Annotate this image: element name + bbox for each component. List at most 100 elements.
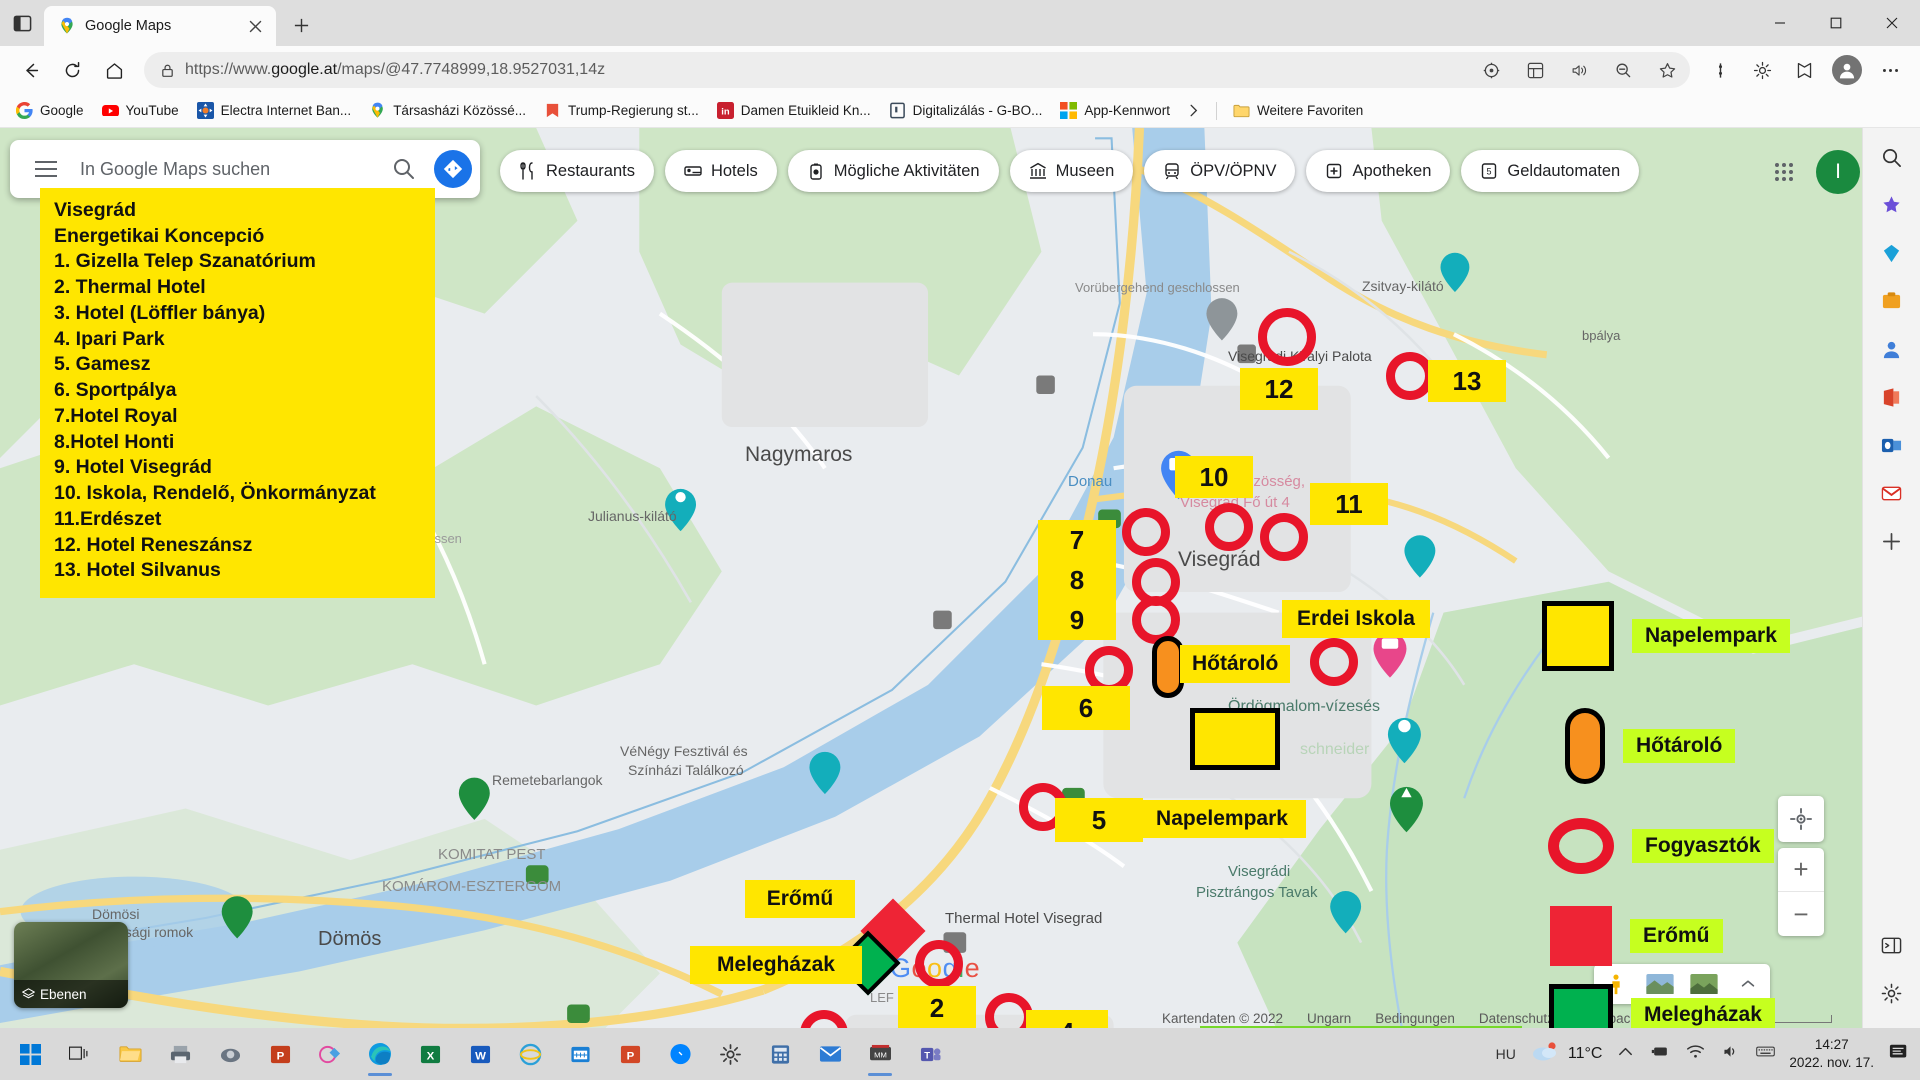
minimize-button[interactable] xyxy=(1752,0,1808,46)
tab-actions-button[interactable] xyxy=(0,3,44,43)
calendar-button[interactable] xyxy=(556,1030,604,1078)
concept-legend-panel: Visegrád Energetikai Koncepció 1. Gizell… xyxy=(40,188,435,599)
legend-item: 7.Hotel Royal xyxy=(54,404,178,427)
map-privacy-link[interactable]: Datenschutz xyxy=(1479,1011,1554,1026)
start-button[interactable] xyxy=(6,1030,54,1078)
home-button[interactable] xyxy=(94,51,134,89)
map-key-label: Fogyasztók xyxy=(1632,829,1774,863)
sidebar-office-icon[interactable] xyxy=(1875,380,1909,414)
zoom-in-button[interactable]: + xyxy=(1778,848,1824,892)
word-button[interactable]: W xyxy=(456,1030,504,1078)
sidebar-search-icon[interactable] xyxy=(1875,140,1909,174)
sidebar-outlook-icon[interactable] xyxy=(1875,428,1909,462)
chevron-right-icon[interactable] xyxy=(1180,98,1208,124)
calculator-button[interactable] xyxy=(756,1030,804,1078)
zoom-out-button[interactable]: − xyxy=(1778,892,1824,936)
show-hidden-icons[interactable] xyxy=(1616,1042,1635,1066)
maximize-button[interactable] xyxy=(1808,0,1864,46)
keyboard-icon[interactable] xyxy=(1756,1042,1776,1066)
site-number-tag: 13 xyxy=(1428,360,1506,402)
chip-geldautomaten[interactable]: 5 Geldautomaten xyxy=(1461,150,1640,192)
sidebar-add-icon[interactable] xyxy=(1875,524,1909,558)
read-aloud-icon[interactable] xyxy=(1562,55,1596,85)
search-icon[interactable] xyxy=(382,147,426,191)
sidebar-shopping-icon[interactable] xyxy=(1875,236,1909,270)
clock-widget[interactable]: 14:27 2022. nov. 17. xyxy=(1789,1036,1874,1072)
hamburger-menu-icon[interactable] xyxy=(26,149,66,189)
media-button[interactable]: MM xyxy=(856,1030,904,1078)
file-explorer-button[interactable] xyxy=(106,1030,154,1078)
location-icon[interactable] xyxy=(1474,55,1508,85)
legend-item-list: 1. Gizella Telep Szanatórium 2. Thermal H… xyxy=(54,249,421,584)
clock-time: 14:27 xyxy=(1814,1036,1849,1052)
back-button[interactable] xyxy=(10,51,50,89)
weather-widget[interactable]: 11°C xyxy=(1530,1041,1602,1068)
notifications-icon[interactable] xyxy=(1888,1042,1910,1067)
bookmark-google[interactable]: Google xyxy=(8,98,92,124)
document-icon xyxy=(889,102,906,119)
chip-museen[interactable]: Museen xyxy=(1009,150,1134,192)
my-location-button[interactable] xyxy=(1778,796,1824,842)
browser-essentials-icon[interactable] xyxy=(1742,51,1782,89)
profile-avatar[interactable] xyxy=(1832,55,1862,85)
sidebar-settings-icon[interactable] xyxy=(1875,976,1909,1010)
teams-button[interactable]: T xyxy=(906,1030,954,1078)
chip-pv-pnv[interactable]: ÖPV/ÖPNV xyxy=(1144,150,1296,192)
other-favorites-folder[interactable]: Weitere Favoriten xyxy=(1225,98,1371,124)
powerpoint-2-button[interactable]: P xyxy=(606,1030,654,1078)
map-terms-link[interactable]: Bedingungen xyxy=(1375,1011,1455,1026)
scanner-button[interactable] xyxy=(206,1030,254,1078)
zoom-out-icon[interactable] xyxy=(1606,55,1640,85)
map-label: bpálya xyxy=(1582,328,1621,343)
bookmark-damen[interactable]: in Damen Etuikleid Kn... xyxy=(709,98,879,124)
mail-button[interactable] xyxy=(806,1030,854,1078)
site-number-tag: 4 xyxy=(1026,1010,1108,1028)
battery-icon[interactable] xyxy=(1651,1042,1670,1066)
settings-app-button[interactable] xyxy=(706,1030,754,1078)
sidebar-gmail-icon[interactable] xyxy=(1875,476,1909,510)
powerpoint-button[interactable]: P xyxy=(256,1030,304,1078)
account-avatar[interactable]: I xyxy=(1816,150,1860,194)
settings-more-icon[interactable] xyxy=(1870,51,1910,89)
language-indicator[interactable]: HU xyxy=(1496,1046,1516,1062)
favorite-star-icon[interactable] xyxy=(1650,55,1684,85)
sidebar-copilot-icon[interactable] xyxy=(1875,188,1909,222)
google-apps-icon[interactable] xyxy=(1764,152,1804,192)
messenger-button[interactable] xyxy=(656,1030,704,1078)
address-bar[interactable]: https://www.google.at/maps/@47.7748999,1… xyxy=(144,52,1690,88)
split-screen-icon[interactable] xyxy=(1700,51,1740,89)
new-tab-button[interactable] xyxy=(282,6,320,44)
task-view-button[interactable] xyxy=(56,1030,104,1078)
map-country[interactable]: Ungarn xyxy=(1307,1011,1351,1026)
sidebar-tools-icon[interactable] xyxy=(1875,284,1909,318)
chip-hotels[interactable]: Hotels xyxy=(664,150,777,192)
bookmark-youtube[interactable]: YouTube xyxy=(94,98,187,124)
internet-explorer-button[interactable] xyxy=(506,1030,554,1078)
bookmark-app-kennwort[interactable]: App-Kennwort xyxy=(1052,98,1178,124)
bookmark-electra[interactable]: Electra Internet Ban... xyxy=(189,98,360,124)
excel-button[interactable]: X xyxy=(406,1030,454,1078)
close-window-button[interactable] xyxy=(1864,0,1920,46)
close-icon[interactable] xyxy=(242,13,268,39)
wifi-icon[interactable] xyxy=(1686,1042,1705,1066)
search-input[interactable]: In Google Maps suchen xyxy=(66,159,382,180)
paint-button[interactable] xyxy=(306,1030,354,1078)
bookmark-tarsashazi[interactable]: Társasházi Közössé... xyxy=(361,98,534,124)
edge-browser-button[interactable] xyxy=(356,1030,404,1078)
map-layers-thumbnail[interactable]: Ebenen xyxy=(14,922,128,1008)
add-favorite-icon[interactable] xyxy=(1784,51,1824,89)
chip-restaurants[interactable]: Restaurants xyxy=(500,150,654,192)
browser-tab[interactable]: Google Maps xyxy=(44,6,276,46)
site-number-tag: 11 xyxy=(1310,483,1388,525)
collections-icon[interactable] xyxy=(1518,55,1552,85)
bookmark-trump[interactable]: Trump-Regierung st... xyxy=(536,98,707,124)
bookmark-digitalizalas[interactable]: Digitalizálás - G-BO... xyxy=(881,98,1051,124)
directions-button[interactable] xyxy=(434,150,472,188)
printer-button[interactable] xyxy=(156,1030,204,1078)
chip-apotheken[interactable]: Apotheken xyxy=(1306,150,1451,192)
sidebar-expand-icon[interactable] xyxy=(1875,928,1909,962)
chip-m-gliche-aktivit-ten[interactable]: Mögliche Aktivitäten xyxy=(787,150,999,192)
sidebar-profile-icon[interactable] xyxy=(1875,332,1909,366)
volume-icon[interactable] xyxy=(1721,1042,1740,1066)
reload-button[interactable] xyxy=(52,51,92,89)
